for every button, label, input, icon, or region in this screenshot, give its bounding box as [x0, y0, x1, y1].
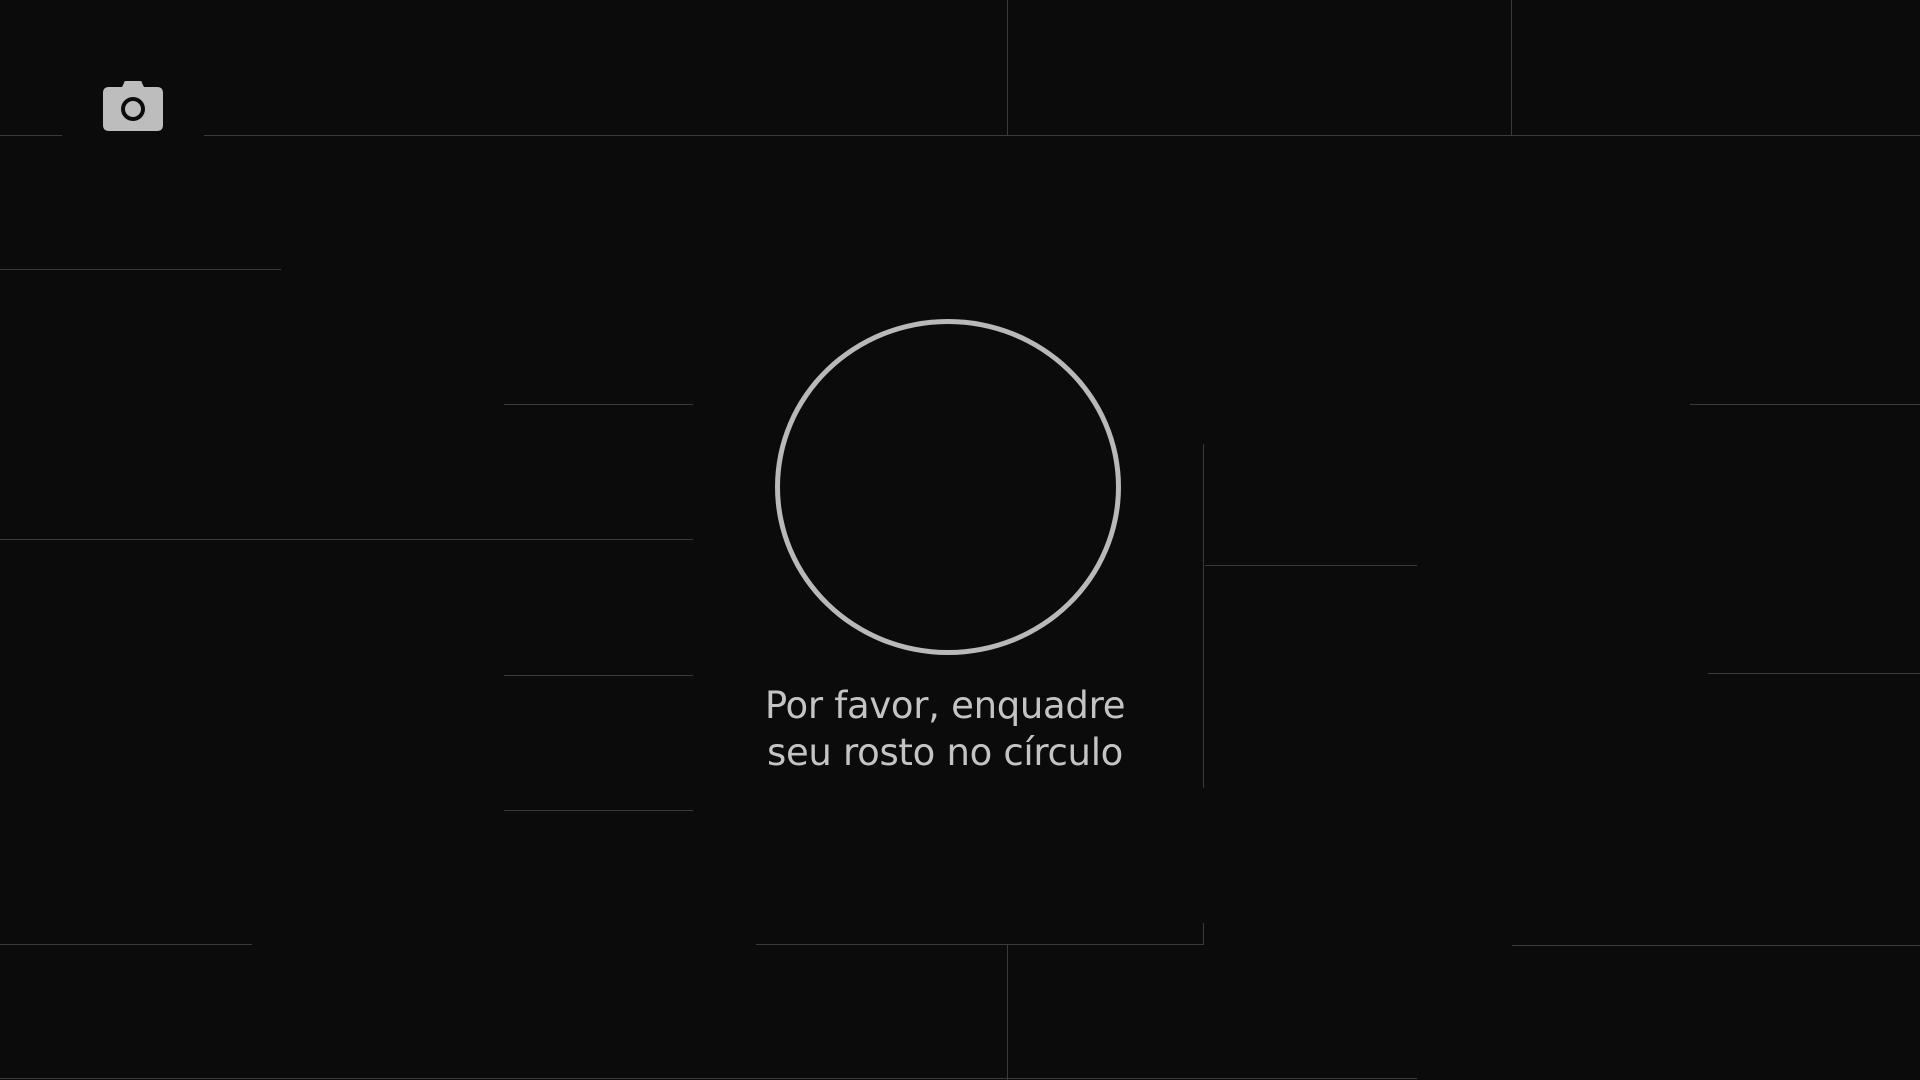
grid-line	[0, 539, 693, 540]
grid-line	[0, 269, 281, 270]
grid-line	[1007, 945, 1008, 1080]
grid-line	[0, 135, 1920, 136]
face-capture-screen: Por favor, enquadre seu rosto no círculo	[0, 0, 1920, 1080]
grid-line	[504, 404, 693, 405]
grid-line	[0, 944, 252, 945]
instruction-line-1: Por favor, enquadre	[764, 684, 1126, 727]
grid-line	[1511, 0, 1512, 135]
grid-line	[0, 1078, 1417, 1079]
camera-icon	[102, 81, 164, 131]
grid-line	[504, 810, 693, 811]
grid-line	[1205, 565, 1417, 566]
grid-line	[756, 944, 1204, 945]
instruction-line-2: seu rosto no círculo	[766, 731, 1124, 774]
camera-button[interactable]	[62, 68, 204, 144]
grid-line	[504, 675, 693, 676]
grid-line	[1708, 673, 1920, 674]
instruction-text: Por favor, enquadre seu rosto no círculo	[600, 682, 1290, 776]
grid-line	[1203, 923, 1204, 945]
face-guide-circle	[775, 319, 1121, 655]
grid-line	[1690, 404, 1920, 405]
grid-line	[1007, 0, 1008, 135]
grid-line	[1512, 945, 1920, 946]
